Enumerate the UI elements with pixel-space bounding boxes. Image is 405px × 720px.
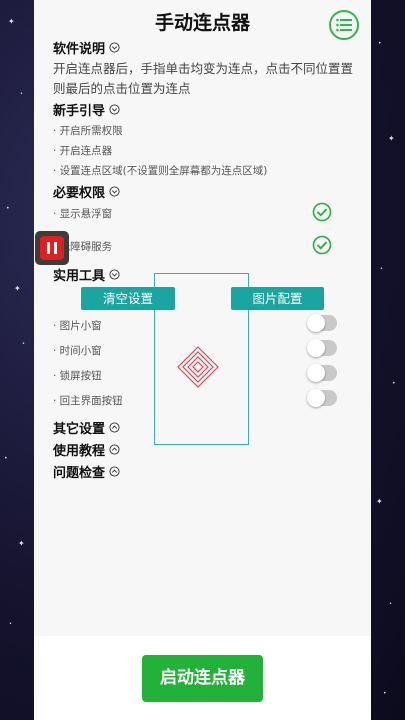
section-tutorial-header[interactable]: 使用教程 <box>53 440 120 459</box>
tool-lock-button-toggle[interactable] <box>307 364 337 382</box>
section-tools-header[interactable]: 实用工具 <box>53 265 120 284</box>
tool-image-window-toggle[interactable] <box>307 314 337 332</box>
guide-item: · 开启连点器 <box>53 145 113 157</box>
chevron-down-icon <box>109 269 120 280</box>
section-permissions-title: 必要权限 <box>53 186 106 201</box>
tool-time-window-label: · 时间小窗 <box>53 345 102 357</box>
toggle-knob <box>307 339 325 357</box>
tool-image-window-label: · 图片小窗 <box>53 320 102 332</box>
toggle-knob <box>307 389 325 407</box>
menu-button[interactable] <box>329 10 359 40</box>
chevron-up-icon <box>109 422 120 433</box>
intro-description: 开启连点器后，手指单击均变为连点，点击不同位置置则最后的点击位置为连点 <box>53 61 354 96</box>
chevron-up-icon <box>109 466 120 477</box>
tool-time-window-toggle[interactable] <box>307 339 337 357</box>
page-title: 手动连点器 <box>154 12 250 34</box>
section-intro-title: 软件说明 <box>53 42 106 57</box>
section-problem-check-header[interactable]: 问题检查 <box>53 462 120 481</box>
guide-item: · 开启所需权限 <box>53 125 123 137</box>
clear-settings-button[interactable]: 清空设置 <box>81 287 175 310</box>
image-config-button[interactable]: 图片配置 <box>231 287 324 310</box>
chevron-down-icon <box>109 186 120 197</box>
pause-bar <box>54 242 57 254</box>
tool-home-button-label: · 回主界面按钮 <box>53 395 123 407</box>
section-intro-header[interactable]: 软件说明 <box>53 38 120 57</box>
pause-icon <box>40 236 64 260</box>
guide-item: · 设置连点区域(不设置则全屏幕都为连点区域) <box>53 165 268 177</box>
pause-bar <box>47 242 50 254</box>
chevron-up-icon <box>109 444 120 455</box>
floating-pause-button[interactable] <box>35 231 69 265</box>
check-circle-icon[interactable] <box>312 235 332 255</box>
section-other-settings-header[interactable]: 其它设置 <box>53 418 120 437</box>
section-other-settings-title: 其它设置 <box>53 422 106 437</box>
chevron-down-icon <box>109 104 120 115</box>
toggle-knob <box>307 364 325 382</box>
tool-lock-button-label: · 锁屏按钮 <box>53 370 102 382</box>
tool-home-button-toggle[interactable] <box>307 389 337 407</box>
section-guide-title: 新手引导 <box>53 104 106 119</box>
section-tutorial-title: 使用教程 <box>53 444 106 459</box>
start-clicker-button[interactable]: 启动连点器 <box>142 655 263 702</box>
section-tools-title: 实用工具 <box>53 269 106 284</box>
section-problem-check-title: 问题检查 <box>53 466 106 481</box>
section-permissions-header[interactable]: 必要权限 <box>53 182 120 201</box>
section-guide-header[interactable]: 新手引导 <box>53 100 120 119</box>
toggle-knob <box>307 314 325 332</box>
permission-overlay-label: · 显示悬浮窗 <box>53 208 113 220</box>
list-menu-icon <box>336 18 352 32</box>
chevron-down-icon <box>109 42 120 53</box>
check-circle-icon[interactable] <box>312 202 332 222</box>
concentric-diamond-target-icon[interactable] <box>176 345 220 389</box>
